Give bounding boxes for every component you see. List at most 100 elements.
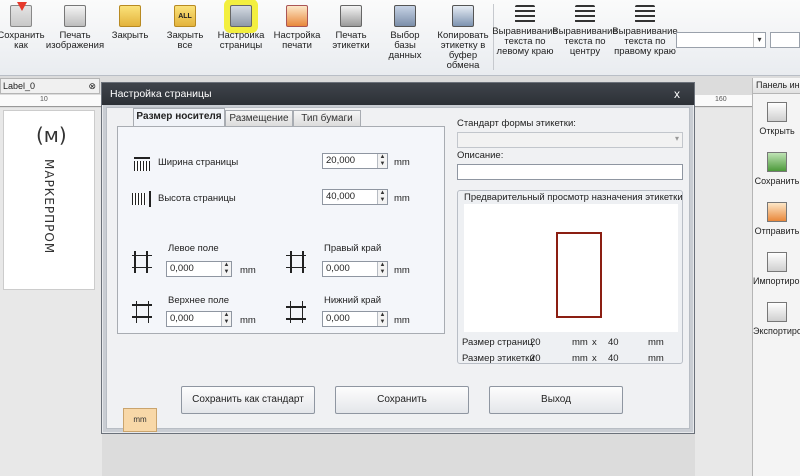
save-as-standard-button[interactable]: Сохранить как стандарт [181,386,315,414]
align-right-icon [635,5,655,23]
print-setup-icon [286,5,308,27]
spin-arrows-icon[interactable]: ▲ ▼ [377,154,387,168]
tools-panel: Панель инструментов Открыть Сохранить От… [752,78,800,476]
page-height-label: Высота страницы [158,193,236,204]
exit-button[interactable]: Выход [489,386,623,414]
spin-arrows-icon[interactable]: ▲ ▼ [377,190,387,204]
copy-clipboard-button[interactable]: Копировать этикетку в буфер обмена [434,2,492,72]
align-left-button[interactable]: Выравнивание текста по левому краю [492,2,558,72]
bottom-margin-value: 0,000 [326,313,350,324]
page-width-input[interactable]: 20,000 ▲ ▼ [322,153,388,169]
label-size-unit: mm [572,353,588,364]
page-setup-button[interactable]: Настройка страницы [216,2,266,72]
spin-arrows-icon[interactable]: ▲ ▼ [377,262,387,276]
print-label-label: Печать этикетки [332,30,370,51]
main-toolbar: Сохранить как Печать изображения Закрыть… [0,0,800,76]
page-size-unit2: mm [648,337,664,348]
chevron-down-icon[interactable]: ▾ [753,33,765,47]
send-label: Отправить [754,226,800,236]
label-preview-group: Предварительный просмотр назначения этик… [457,190,683,364]
close-tab-icon[interactable]: ⊗ [88,79,96,93]
tab-paper-type[interactable]: Тип бумаги [293,110,361,126]
description-label: Описание: [457,150,504,161]
dialog-title-bar[interactable]: Настройка страницы x [102,83,694,105]
print-label-icon [340,5,362,27]
tab-placement[interactable]: Размещение [225,110,293,126]
top-margin-icon [132,301,152,323]
database-select-button[interactable]: Выбор базы данных [380,2,430,72]
database-select-icon [394,5,416,27]
page-setup-dialog: Настройка страницы x Размер носителя Раз… [101,82,695,434]
left-margin-value: 0,000 [170,263,194,274]
page-height-input[interactable]: 40,000 ▲ ▼ [322,189,388,205]
print-image-button[interactable]: Печать изображения [46,2,104,72]
save-dialog-button[interactable]: Сохранить [335,386,469,414]
print-label-button[interactable]: Печать этикетки [328,2,374,72]
print-setup-button[interactable]: Настройка печати [272,2,322,72]
send-icon [767,202,787,222]
top-margin-input[interactable]: 0,000 ▲ ▼ [166,311,232,327]
font-combo[interactable]: ▾ [676,32,766,48]
align-right-label: Выравнивание текста по правому краю [612,26,678,57]
spin-arrows-icon[interactable]: ▲ ▼ [377,312,387,326]
print-image-icon [64,5,86,27]
document-tab[interactable]: Label_0 ⊗ [0,78,100,94]
dialog-body: Размер носителя Размещение Тип бумаги Ши… [106,107,690,432]
label-preview[interactable]: (ᴍ) МАРКЕРПРОМ [3,110,95,290]
spin-arrows-icon[interactable]: ▲ ▼ [221,262,231,276]
units-toggle-button[interactable]: mm [123,408,157,432]
left-margin-label: Левое поле [168,243,219,254]
description-input[interactable] [457,164,683,180]
page-size-unit: mm [572,337,588,348]
align-center-icon [575,5,595,23]
save-button[interactable]: Сохранить [753,148,800,198]
bottom-margin-unit: mm [394,315,410,326]
align-center-button[interactable]: Выравнивание текста по центру [552,2,618,72]
left-margin-icon [132,251,152,273]
close-icon[interactable]: x [670,83,684,105]
print-image-label: Печать изображения [45,30,105,51]
horizontal-ruler: 10 [0,95,102,107]
label-standard-select[interactable]: ▾ [457,132,683,148]
save-icon [767,152,787,172]
close-all-icon: ALL [174,5,196,27]
align-right-button[interactable]: Выравнивание текста по правому краю [612,2,678,72]
tab-media-size[interactable]: Размер носителя [133,108,225,126]
page-size-x: x [592,337,597,348]
horizontal-ruler-right: 160 [695,95,752,107]
media-size-panel: Ширина страницы 20,000 ▲ ▼ mm Высота стра… [117,126,445,334]
page-size-height: 40 [608,337,619,348]
right-margin-label: Правый край [324,243,382,254]
page-width-value: 20,000 [326,155,356,166]
bottom-margin-input[interactable]: 0,000 ▲ ▼ [322,311,388,327]
tools-panel-title: Панель инструментов [753,78,800,94]
page-setup-label: Настройка страницы [217,30,265,51]
spin-arrows-icon[interactable]: ▲ ▼ [221,312,231,326]
dialog-title: Настройка страницы [110,88,212,100]
save-as-button[interactable]: Сохранить как [0,2,45,72]
close-button[interactable]: Закрыть [108,2,152,72]
save-as-icon [10,5,32,27]
save-as-label: Сохранить как [0,30,45,51]
right-margin-icon [286,251,306,273]
label-canvas-right [695,108,752,476]
logo-text: МАРКЕРПРОМ [42,159,56,255]
page-width-label: Ширина страницы [158,157,239,168]
top-margin-label: Верхнее поле [168,295,230,306]
page-height-value: 40,000 [326,191,356,202]
import-label: Импортировать [753,276,800,286]
preview-title: Предварительный просмотр назначения этик… [464,192,683,203]
right-margin-input[interactable]: 0,000 ▲ ▼ [322,261,388,277]
close-all-button[interactable]: ALL Закрыть все [158,2,212,72]
open-button[interactable]: Открыть [753,98,800,148]
folder-close-icon [119,5,141,27]
top-margin-value: 0,000 [170,313,194,324]
import-button[interactable]: Импортировать [753,248,800,298]
align-left-icon [515,5,535,23]
size-combo[interactable] [770,32,800,48]
send-button[interactable]: Отправить [753,198,800,248]
left-margin-input[interactable]: 0,000 ▲ ▼ [166,261,232,277]
page-setup-icon [230,5,252,27]
bottom-margin-icon [286,301,306,323]
export-button[interactable]: Экспортировать [753,298,800,348]
